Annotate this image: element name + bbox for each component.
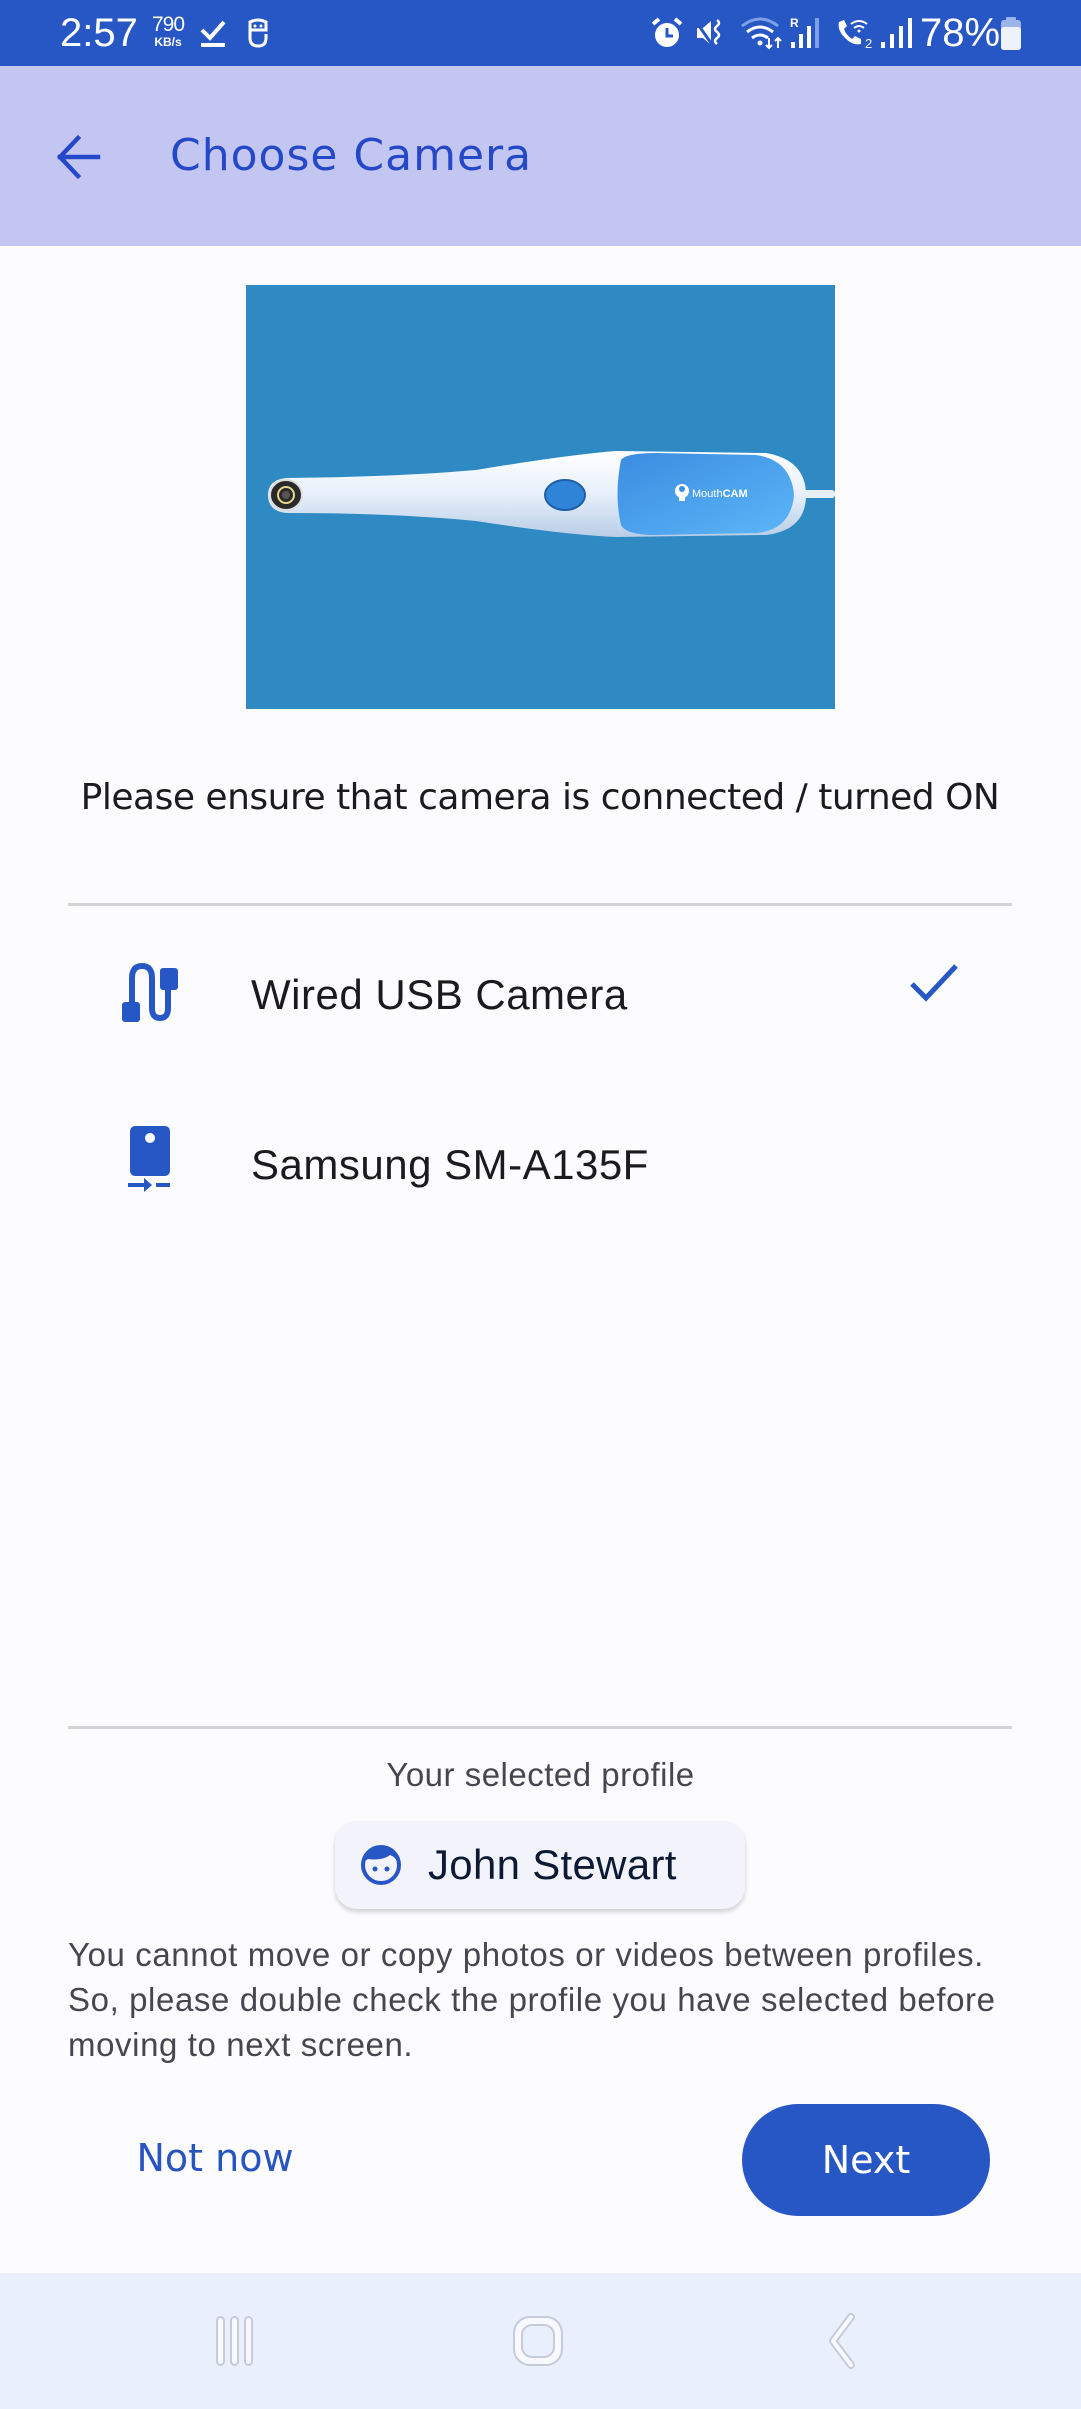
network-speed: 790 KB/s <box>148 14 188 48</box>
camera-option-label: Samsung SM-A135F <box>251 1141 649 1188</box>
page-title: Choose Camera <box>170 130 533 181</box>
divider-top <box>68 903 1012 906</box>
profile-caption: Your selected profile <box>386 1756 695 1793</box>
system-back-button[interactable] <box>796 2301 886 2381</box>
signal-roaming-icon: R <box>790 16 824 55</box>
brand-logo-text: MouthCAM <box>692 488 748 500</box>
app-notification-icon <box>245 16 271 55</box>
svg-text:2: 2 <box>865 36 872 50</box>
battery-icon <box>1000 17 1022 56</box>
connection-instruction: Please ensure that camera is connected /… <box>80 777 1000 818</box>
system-nav-bar <box>0 2273 1081 2409</box>
status-bar: 2:57 790 KB/s R 2 78% <box>0 0 1081 66</box>
face-icon <box>360 1844 402 1886</box>
home-icon <box>513 2316 563 2366</box>
selected-profile-chip[interactable]: John Stewart <box>335 1821 745 1909</box>
network-speed-unit: KB/s <box>154 35 182 49</box>
camera-option-label: Wired USB Camera <box>251 971 628 1018</box>
svg-text:R: R <box>790 16 799 30</box>
signal-icon <box>880 16 914 55</box>
back-chevron-icon <box>829 2313 855 2369</box>
battery-percent: 78% <box>920 11 1001 55</box>
app-bar: Choose Camera <box>0 66 1081 246</box>
camera-cable <box>801 490 835 498</box>
home-button[interactable] <box>493 2301 583 2381</box>
profile-name: John Stewart <box>428 1841 677 1888</box>
profile-warning-text: You cannot move or copy photos or videos… <box>68 1936 996 2063</box>
divider-bottom <box>68 1726 1012 1729</box>
recents-icon <box>216 2316 253 2366</box>
camera-option-wired-usb[interactable]: Wired USB Camera <box>68 915 1012 1065</box>
back-button[interactable] <box>44 122 114 192</box>
capture-button-graphic <box>544 479 586 511</box>
camera-product-image: MouthCAM <box>246 285 835 709</box>
alarm-icon <box>650 16 684 55</box>
wifi-icon <box>740 16 786 55</box>
arrow-back-icon <box>56 134 101 180</box>
mute-vibrate-icon <box>693 16 729 55</box>
camera-option-samsung[interactable]: Samsung SM-A135F <box>68 1085 1012 1235</box>
network-speed-value: 790 <box>151 13 185 36</box>
not-now-button[interactable]: Not now <box>110 2118 320 2198</box>
status-time: 2:57 <box>60 11 138 55</box>
checkmark-icon <box>906 960 966 1020</box>
phone-camera-icon <box>118 1123 178 1193</box>
usb-cable-icon <box>118 960 178 1030</box>
download-done-icon <box>198 16 228 55</box>
wifi-calling-icon: 2 <box>835 16 879 55</box>
next-button[interactable]: Next <box>742 2104 990 2216</box>
recents-button[interactable] <box>190 2301 280 2381</box>
